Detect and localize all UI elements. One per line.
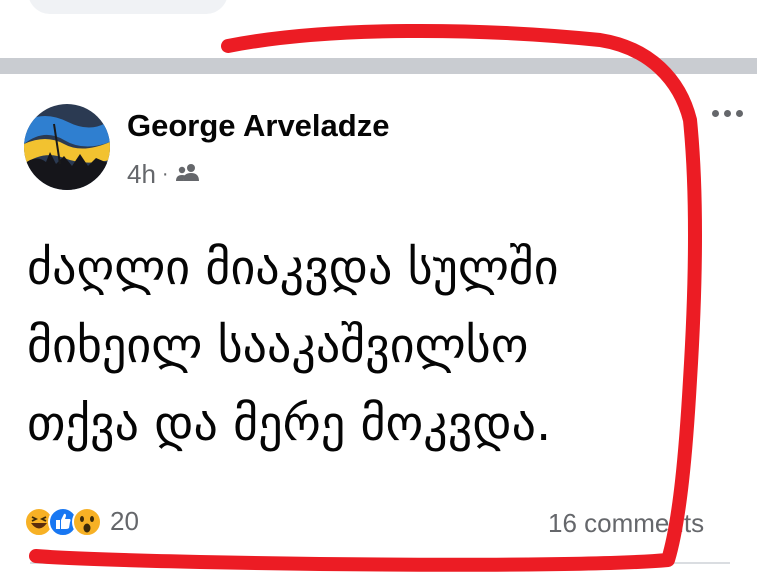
post-text-line: ძაღლი მიაკვდა სულში [27, 240, 559, 296]
post-time[interactable]: 4h [127, 159, 156, 190]
wow-reaction-icon [72, 506, 102, 537]
post-text-line: თქვა და მერე მოკვდა. [27, 396, 552, 452]
reaction-count: 20 [110, 506, 139, 536]
previous-comment-box [28, 0, 228, 14]
author-name[interactable]: George Arveladze [127, 108, 389, 144]
reactions-summary[interactable]: 20 [24, 506, 139, 537]
more-options-icon[interactable] [712, 110, 743, 117]
post-meta: 4h · [127, 158, 201, 190]
friends-icon[interactable] [175, 159, 201, 190]
post-text-line: მიხეილ სააკაშვილსო [27, 318, 529, 374]
feed-separator [0, 58, 757, 74]
meta-separator: · [161, 162, 169, 185]
comments-count-link[interactable]: 16 comments [548, 508, 704, 539]
action-divider [30, 562, 730, 564]
post-card: George Arveladze 4h · ძაღლი მიაკვდა სულშ… [0, 74, 757, 576]
post-text: ძაღლი მიაკვდა სულში მიხეილ სააკაშვილსო თ… [27, 229, 717, 463]
avatar[interactable] [24, 104, 110, 190]
